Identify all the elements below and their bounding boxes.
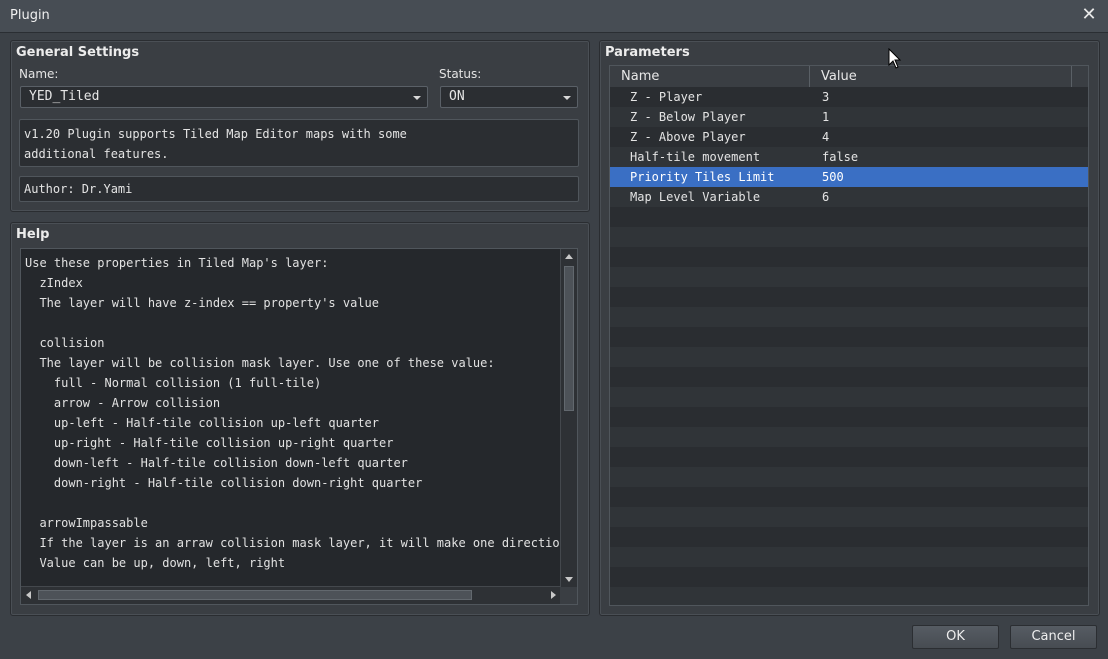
parameter-name: Priority Tiles Limit (630, 170, 775, 184)
table-row[interactable]: Z - Above Player 4 (610, 127, 1088, 147)
scroll-left-icon[interactable] (26, 591, 31, 599)
parameters-title: Parameters (605, 45, 690, 60)
empty-table-row (610, 427, 1088, 447)
name-label: Name: (19, 67, 59, 81)
parameter-value: 500 (822, 170, 844, 184)
empty-table-row (610, 467, 1088, 487)
help-line: down-right - Half-tile collision down-ri… (25, 476, 423, 490)
scroll-corner (560, 587, 577, 604)
parameter-value: 1 (822, 110, 830, 124)
parameter-value: 4 (822, 130, 830, 144)
scroll-down-icon[interactable] (565, 577, 573, 582)
help-line: up-left - Half-tile collision up-left qu… (25, 416, 380, 430)
column-header-value[interactable]: Value (810, 66, 1072, 87)
help-line: The layer will be collision mask layer. … (25, 356, 495, 370)
help-line: The layer will have z-index == property'… (25, 296, 380, 310)
table-row[interactable]: Z - Below Player 1 (610, 107, 1088, 127)
help-line: down-left - Half-tile collision down-lef… (25, 456, 408, 470)
empty-table-row (610, 307, 1088, 327)
help-line: If the layer is an arraw collision mask … (25, 536, 561, 550)
title-bar: Plugin ✕ (0, 0, 1108, 33)
horizontal-scrollbar[interactable] (21, 586, 561, 604)
status-combobox[interactable]: ON (440, 86, 578, 108)
vertical-scroll-thumb[interactable] (564, 266, 574, 411)
help-line (25, 493, 561, 513)
help-line: full - Normal collision (1 full-tile) (25, 376, 322, 390)
scroll-up-icon[interactable] (565, 254, 573, 259)
cancel-button[interactable]: Cancel (1010, 625, 1097, 649)
empty-table-row (610, 587, 1088, 605)
chevron-down-icon (563, 96, 571, 100)
help-line: up-right - Half-tile collision up-right … (25, 436, 394, 450)
table-row[interactable]: Z - Player 3 (610, 87, 1088, 107)
help-line: arrowImpassable (25, 516, 148, 530)
empty-table-row (610, 447, 1088, 467)
horizontal-scroll-thumb[interactable] (38, 590, 472, 600)
empty-table-row (610, 347, 1088, 367)
empty-table-row (610, 567, 1088, 587)
table-row[interactable]: Map Level Variable 6 (610, 187, 1088, 207)
help-line (25, 313, 561, 333)
window-title: Plugin (10, 8, 50, 23)
status-label: Status: (439, 67, 482, 81)
help-line: zIndex (25, 276, 83, 290)
description-box: v1.20 Plugin supports Tiled Map Editor m… (19, 119, 579, 167)
parameters-table: Name Value Z - Player 3 Z - Below Player 1 Z… (609, 65, 1089, 606)
chevron-down-icon (413, 96, 421, 100)
empty-table-row (610, 367, 1088, 387)
help-line: Use these properties in Tiled Map's laye… (25, 256, 329, 270)
empty-table-row (610, 287, 1088, 307)
empty-table-row (610, 207, 1088, 227)
parameter-value: 6 (822, 190, 830, 204)
empty-table-row (610, 327, 1088, 347)
empty-table-row (610, 547, 1088, 567)
parameter-value: 3 (822, 90, 830, 104)
parameter-name: Half-tile movement (630, 150, 761, 164)
scroll-right-icon[interactable] (551, 591, 556, 599)
help-line: collision (25, 336, 105, 350)
table-header: Name Value (610, 66, 1088, 88)
table-row[interactable]: Priority Tiles Limit 500 (610, 167, 1088, 187)
parameter-name: Z - Below Player (630, 110, 746, 124)
ok-button[interactable]: OK (912, 625, 999, 649)
table-row[interactable]: Half-tile movement false (610, 147, 1088, 167)
empty-table-row (610, 387, 1088, 407)
help-line: arrow - Arrow collision (25, 396, 221, 410)
empty-table-row (610, 527, 1088, 547)
general-settings-title: General Settings (16, 45, 140, 60)
parameter-name: Z - Player (630, 90, 703, 104)
empty-table-row (610, 507, 1088, 527)
empty-table-row (610, 487, 1088, 507)
name-combobox[interactable]: YED_Tiled (20, 86, 428, 108)
parameter-value: false (822, 150, 859, 164)
empty-table-row (610, 407, 1088, 427)
status-value: ON (449, 89, 465, 104)
table-rows: Z - Player 3 Z - Below Player 1 Z - Above Pl… (610, 87, 1088, 605)
mouse-cursor-icon (888, 48, 902, 69)
help-title: Help (16, 227, 50, 242)
close-icon[interactable]: ✕ (1080, 6, 1098, 24)
column-header-name[interactable]: Name (610, 66, 810, 87)
help-line: Value can be up, down, left, right (25, 556, 286, 570)
empty-table-row (610, 247, 1088, 267)
author-box: Author: Dr.Yami (19, 176, 579, 202)
empty-table-row (610, 227, 1088, 247)
empty-table-row (610, 267, 1088, 287)
parameter-name: Map Level Variable (630, 190, 761, 204)
help-text-area[interactable]: Use these properties in Tiled Map's laye… (20, 248, 578, 605)
parameter-name: Z - Above Player (630, 130, 746, 144)
vertical-scrollbar[interactable] (560, 249, 577, 587)
name-value: YED_Tiled (29, 89, 100, 104)
help-text: Use these properties in Tiled Map's laye… (25, 253, 561, 585)
